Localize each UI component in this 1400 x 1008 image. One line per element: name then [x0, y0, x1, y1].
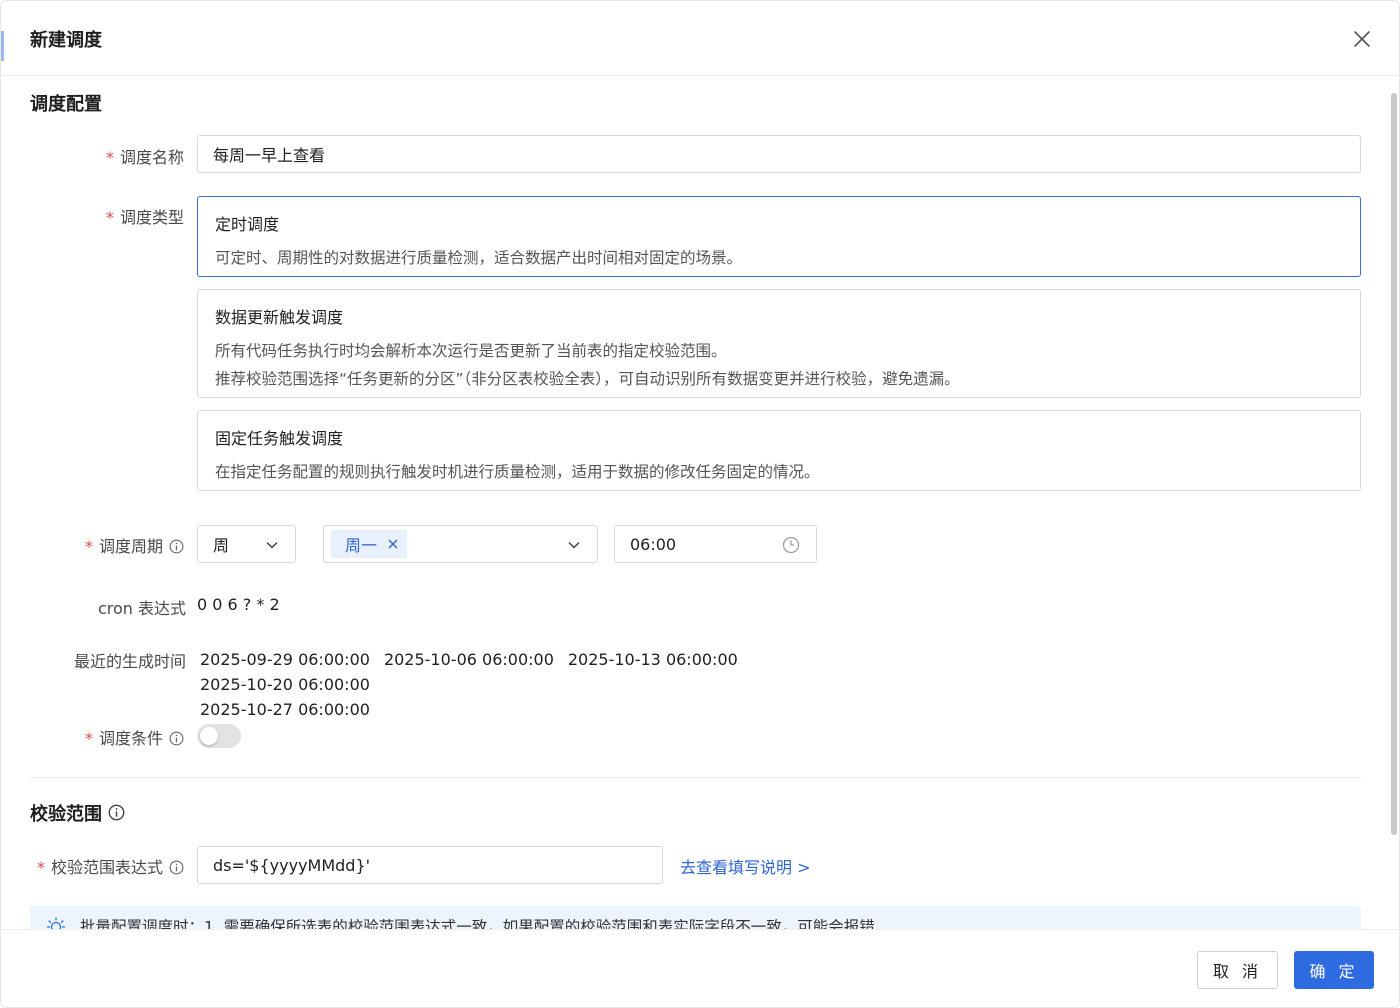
- cancel-button[interactable]: 取 消: [1197, 951, 1278, 989]
- schedule-name-value: 每周一早上查看: [213, 146, 326, 165]
- scope-expr-input[interactable]: ds='${yyyyMMdd}': [197, 846, 663, 884]
- schedule-type-label-text: 调度类型: [119, 208, 184, 227]
- required-mark: *: [84, 537, 93, 556]
- info-icon[interactable]: [169, 860, 184, 875]
- scope-expr-label: * 校验范围表达式: [11, 854, 184, 878]
- required-mark: *: [84, 729, 93, 748]
- selected-day-tag-label: 周一: [345, 536, 378, 555]
- schedule-name-label-text: 调度名称: [119, 148, 184, 167]
- schedule-condition-label: * 调度条件: [21, 725, 184, 749]
- required-mark: *: [105, 148, 114, 167]
- section-title-check-scope: 校验范围: [30, 800, 125, 826]
- dialog-body: 调度配置 * 调度名称 每周一早上查看 * 调度类型 定时调度 可定时、周期性的对数…: [1, 77, 1399, 929]
- option-desc: 在指定任务配置的规则执行触发时机进行质量检测，适用于数据的修改任务固定的情况。: [215, 463, 820, 481]
- lightbulb-icon: [46, 917, 66, 929]
- option-desc-line-2: 推荐校验范围选择“任务更新的分区”（非分区表校验全表），可自动识别所有数据变更并…: [215, 370, 960, 388]
- dialog-footer: 取 消 确 定: [1, 929, 1399, 1007]
- confirm-button[interactable]: 确 定: [1294, 951, 1374, 989]
- scope-expr-value: ds='${yyyyMMdd}': [213, 855, 371, 875]
- selected-day-tag: 周一: [331, 530, 408, 558]
- close-icon: [1354, 31, 1370, 47]
- info-icon[interactable]: [169, 731, 184, 746]
- schedule-condition-label-text: 调度条件: [98, 729, 163, 748]
- schedule-name-input[interactable]: 每周一早上查看: [197, 135, 1361, 173]
- schedule-period-label: * 调度周期: [21, 533, 184, 557]
- recent-time-item: 2025-09-29 06:00:00: [200, 650, 370, 669]
- period-unit-value: 周: [213, 536, 230, 555]
- period-time-value: 06:00: [630, 534, 677, 554]
- recent-time-item: 2025-10-13 06:00:00: [567, 650, 738, 669]
- dialog-title: 新建调度: [30, 30, 102, 51]
- info-icon[interactable]: [108, 804, 125, 821]
- option-desc-line-1: 所有代码任务执行时均会解析本次运行是否更新了当前表的指定校验范围。: [215, 342, 727, 360]
- recent-time-item: 2025-10-06 06:00:00: [383, 650, 554, 669]
- recent-times-list: 2025-09-29 06:00:00 2025-10-06 06:00:00 20…: [200, 647, 900, 722]
- help-link[interactable]: 去查看填写说明 >: [680, 854, 811, 878]
- schedule-condition-toggle[interactable]: [197, 724, 241, 748]
- option-title: 定时调度: [215, 215, 280, 234]
- option-title: 固定任务触发调度: [215, 429, 344, 448]
- period-day-select[interactable]: 周一: [323, 525, 598, 563]
- body-content: 调度配置 * 调度名称 每周一早上查看 * 调度类型 定时调度 可定时、周期性的对数…: [1, 77, 1399, 929]
- section-title-check-scope-text: 校验范围: [30, 804, 102, 825]
- schedule-type-option-data-update[interactable]: 数据更新触发调度 所有代码任务执行时均会解析本次运行是否更新了当前表的指定校验范…: [197, 289, 1361, 398]
- scope-expr-label-text: 校验范围表达式: [50, 858, 163, 877]
- period-unit-select[interactable]: 周: [197, 525, 296, 563]
- batch-notice: 批量配置调度时：1. 需要确保所选表的校验范围表达式一致，如果配置的校验范围和表…: [30, 906, 1361, 929]
- section-divider: [30, 777, 1361, 778]
- scrollbar[interactable]: [1391, 93, 1397, 835]
- chevron-down-icon: [266, 541, 278, 549]
- recent-time-item: 2025-10-20 06:00:00: [200, 675, 370, 694]
- schedule-type-option-fixed-task[interactable]: 固定任务触发调度 在指定任务配置的规则执行触发时机进行质量检测，适用于数据的修改…: [197, 410, 1361, 491]
- chevron-down-icon: [568, 541, 580, 549]
- toggle-knob: [200, 727, 218, 745]
- close-button[interactable]: [1350, 27, 1374, 51]
- new-schedule-dialog: 新建调度 调度配置 * 调度名称 每周一早上查看 * 调度类型 定时调度 可定时、: [0, 0, 1400, 1008]
- clock-icon: [782, 536, 800, 554]
- schedule-type-label: * 调度类型: [41, 204, 184, 228]
- cron-label: cron 表达式: [97, 599, 186, 618]
- close-icon: [388, 539, 398, 549]
- required-mark: *: [36, 858, 45, 877]
- required-mark: *: [105, 208, 114, 227]
- info-icon[interactable]: [169, 539, 184, 554]
- recent-times-label: 最近的生成时间: [73, 652, 186, 671]
- recent-time-item: 2025-10-27 06:00:00: [200, 700, 370, 719]
- period-time-picker[interactable]: 06:00: [614, 525, 817, 563]
- cron-value: 0 0 6 ? * 2: [197, 595, 280, 614]
- schedule-name-label: * 调度名称: [41, 144, 184, 168]
- schedule-type-option-timed[interactable]: 定时调度 可定时、周期性的对数据进行质量检测，适合数据产出时间相对固定的场景。: [197, 196, 1361, 277]
- dialog-header: 新建调度: [1, 1, 1399, 76]
- schedule-period-label-text: 调度周期: [98, 537, 163, 556]
- remove-tag-button[interactable]: [387, 538, 399, 550]
- option-desc: 可定时、周期性的对数据进行质量检测，适合数据产出时间相对固定的场景。: [215, 249, 743, 267]
- notice-text: 批量配置调度时：1. 需要确保所选表的校验范围表达式一致，如果配置的校验范围和表…: [80, 918, 875, 929]
- section-title-schedule-config: 调度配置: [30, 94, 102, 115]
- option-title: 数据更新触发调度: [215, 308, 344, 327]
